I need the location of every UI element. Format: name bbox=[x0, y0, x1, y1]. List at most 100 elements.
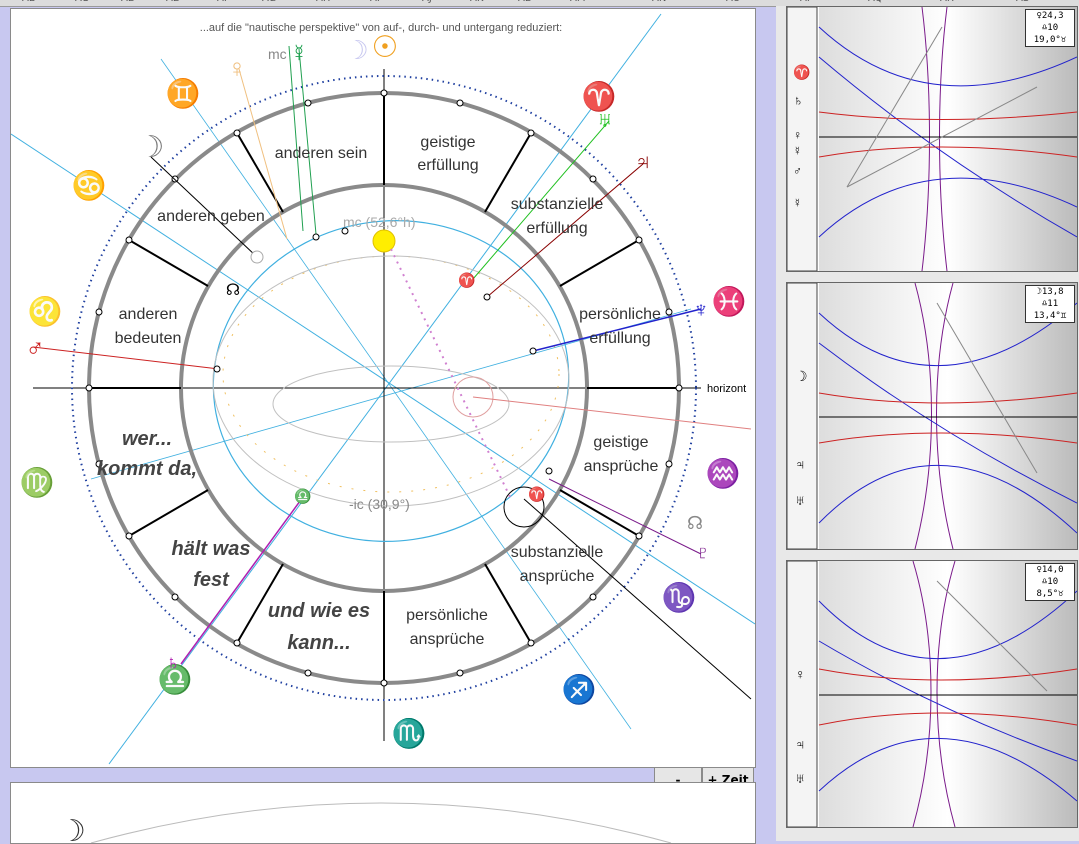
info-line: ♀14,0 bbox=[1036, 565, 1064, 575]
house-label: anderen bbox=[119, 306, 178, 323]
quadrant-label: fest bbox=[193, 569, 230, 591]
gemini-icon: ♊ bbox=[166, 77, 201, 110]
side-glyph: ♃ bbox=[795, 456, 806, 472]
leo-icon: ♌ bbox=[28, 295, 63, 328]
quadrant-label: kommt da, bbox=[97, 458, 197, 480]
column-header[interactable]: AS bbox=[1016, 0, 1029, 4]
planet-dot bbox=[250, 250, 264, 264]
house-label: erfüllung bbox=[589, 330, 650, 347]
moon-line bbox=[150, 156, 258, 258]
side-glyph: ♃ bbox=[795, 736, 806, 752]
column-header[interactable]: AR bbox=[940, 0, 954, 4]
column-header[interactable]: AE bbox=[166, 0, 179, 4]
jupiter-icon: ♃ bbox=[635, 149, 652, 174]
venus-icon: ♀ bbox=[227, 53, 247, 83]
mini-chart-panel-2: ☽ ♃ ♅ ☽13,8 ♎11 13,4°♊ bbox=[786, 282, 1078, 550]
column-header[interactable]: AN bbox=[652, 0, 666, 4]
info-line: ☽13,8 bbox=[1036, 287, 1064, 297]
axis-line bbox=[11, 133, 755, 625]
info-line: 13,4°♊ bbox=[1033, 311, 1067, 321]
moon-small-icon: ☽ bbox=[345, 35, 368, 65]
pink-line bbox=[472, 396, 752, 430]
house-label: persönliche bbox=[406, 607, 488, 624]
info-line: 8,5°♉ bbox=[1036, 589, 1064, 599]
moon-icon: ☽ bbox=[138, 131, 165, 164]
side-glyph: ♀ bbox=[795, 666, 806, 682]
column-header[interactable]: AO bbox=[726, 0, 741, 4]
pluto-icon: ♇ bbox=[696, 542, 711, 564]
quadrant-label: und wie es bbox=[268, 600, 370, 622]
info-line: ♎10 bbox=[1041, 23, 1059, 33]
side-glyph: ♈ bbox=[793, 64, 810, 81]
column-header[interactable]: AJ bbox=[422, 0, 432, 4]
house-label: anderen geben bbox=[157, 208, 265, 225]
house-label: ansprüche bbox=[520, 568, 595, 585]
column-header[interactable]: AI bbox=[370, 0, 380, 4]
side-glyph: ♀ bbox=[793, 128, 802, 142]
column-header[interactable]: AQ bbox=[868, 0, 883, 4]
house-label: erfüllung bbox=[417, 157, 478, 174]
side-glyph: ♂ bbox=[793, 164, 802, 178]
info-line: ♎11 bbox=[1041, 299, 1059, 309]
moon-icon: ☽ bbox=[59, 815, 86, 843]
column-header[interactable]: AK bbox=[470, 0, 483, 4]
mars-line bbox=[32, 346, 220, 370]
libra-small-icon: ♎ bbox=[294, 488, 311, 505]
aries-small-icon: ♈ bbox=[458, 272, 475, 289]
column-header[interactable]: AB bbox=[22, 0, 36, 4]
lower-chart-panel: ☽ bbox=[10, 782, 756, 844]
aries-small-icon: ♈ bbox=[528, 486, 545, 503]
column-header[interactable]: AM bbox=[570, 0, 585, 4]
house-label: substanzielle bbox=[511, 196, 604, 213]
mc-value: mc (52,6°h) bbox=[343, 214, 416, 230]
side-glyph: ♅ bbox=[795, 492, 806, 508]
house-label: substanzielle bbox=[511, 544, 604, 561]
info-box: ♀24,3 ♎10 19,0°♉ bbox=[1025, 9, 1075, 47]
axis-line bbox=[160, 58, 632, 730]
horizon-label: horizont bbox=[707, 383, 746, 395]
quadrant-label: hält was bbox=[172, 538, 251, 560]
house-label: geistige bbox=[593, 434, 648, 451]
side-glyph: ♄ bbox=[793, 92, 804, 108]
house-label: bedeuten bbox=[115, 330, 182, 347]
planet-dot bbox=[545, 467, 553, 475]
house-label: ansprüche bbox=[584, 458, 659, 475]
column-header[interactable]: AD bbox=[121, 0, 136, 4]
info-line: ♀24,3 bbox=[1036, 11, 1064, 21]
mercury-icon: ☿ bbox=[290, 40, 308, 67]
column-header[interactable]: AF bbox=[217, 0, 230, 4]
node-small-icon: ☊ bbox=[226, 282, 240, 299]
horoscope-chart-panel: ...auf die "nautische perspektive" von a… bbox=[10, 8, 756, 768]
sun-icon: ☉ bbox=[372, 31, 399, 64]
capricorn-icon: ♑ bbox=[662, 581, 697, 614]
column-header[interactable]: AC bbox=[75, 0, 89, 4]
column-header[interactable]: AP bbox=[800, 0, 813, 4]
cancer-icon: ♋ bbox=[72, 169, 107, 202]
horoscope-chart: ...auf die "nautische perspektive" von a… bbox=[11, 13, 755, 765]
pluto-line bbox=[548, 478, 702, 555]
info-box: ☽13,8 ♎11 13,4°♊ bbox=[1025, 285, 1075, 323]
column-header[interactable]: AH bbox=[316, 0, 330, 4]
sagittarius-icon: ♐ bbox=[562, 673, 597, 706]
ic-value: -ic (30,9°) bbox=[349, 496, 410, 512]
side-glyph: ☽ bbox=[795, 368, 808, 384]
column-header[interactable]: AL bbox=[518, 0, 530, 4]
uranus-icon: ♅ bbox=[597, 107, 614, 132]
planet-dot bbox=[529, 347, 537, 355]
side-glyph: ☿ bbox=[793, 196, 802, 210]
quadrant-label: kann... bbox=[287, 632, 350, 654]
neptune-icon: ♆ bbox=[693, 297, 710, 322]
planet-dot bbox=[483, 293, 491, 301]
mars-icon: ♂ bbox=[25, 333, 45, 363]
mc-label: mc bbox=[268, 46, 287, 62]
mini-chart-panel-1: ♈ ♄ ♀ ☿ ♂ ☿ ♀24,3 ♎10 19,0°♉ bbox=[786, 6, 1078, 272]
info-line: 19,0°♉ bbox=[1033, 35, 1067, 45]
node-icon: ☊ bbox=[687, 513, 703, 533]
side-glyph: ♅ bbox=[795, 770, 806, 786]
planet-dot bbox=[312, 233, 320, 241]
house-label: anderen sein bbox=[275, 145, 368, 162]
column-header[interactable]: AG bbox=[262, 0, 276, 4]
info-box: ♀14,0 ♎10 8,5°♉ bbox=[1025, 563, 1075, 601]
pisces-icon: ♓ bbox=[712, 285, 747, 318]
quadrant-label: wer... bbox=[122, 428, 172, 450]
